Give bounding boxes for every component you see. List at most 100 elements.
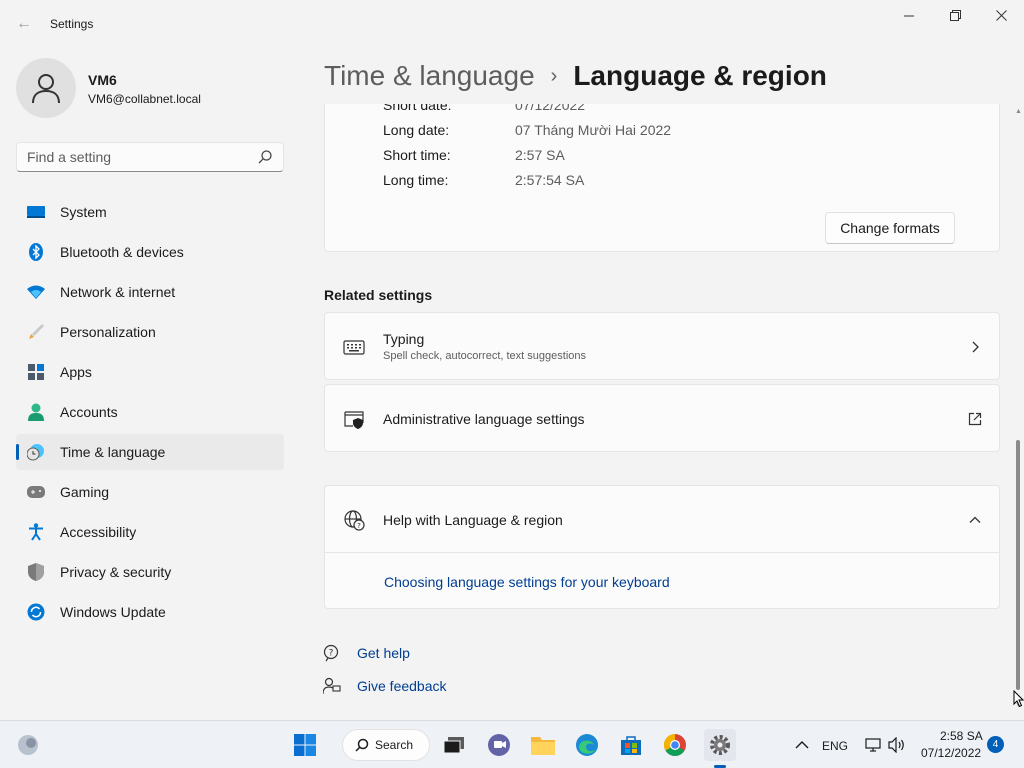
help-expander: ? Help with Language & region Choosing l…: [324, 485, 1000, 609]
taskbar-search-label: Search: [375, 738, 414, 752]
format-label: Short date:: [383, 104, 452, 113]
sidebar-item-bluetooth[interactable]: Bluetooth & devices: [16, 234, 284, 270]
sidebar-item-label: Accessibility: [60, 524, 137, 540]
notification-count-badge[interactable]: 4: [987, 736, 1004, 753]
admin-language-title: Administrative language settings: [383, 411, 585, 427]
page-title: Language & region: [573, 60, 827, 91]
sidebar-item-label: System: [60, 204, 107, 220]
chrome-browser-icon[interactable]: [659, 729, 691, 761]
close-icon: [995, 10, 1007, 21]
clock-date[interactable]: 07/12/2022: [921, 746, 981, 760]
help-title: Help with Language & region: [383, 512, 563, 528]
sidebar-item-label: Privacy & security: [60, 564, 172, 580]
sidebar-item-label: Gaming: [60, 484, 110, 500]
chevron-up-icon[interactable]: [967, 512, 983, 528]
user-email: VM6@collabnet.local: [88, 92, 201, 106]
sidebar-item-label: Time & language: [60, 444, 166, 460]
svg-text:?: ?: [357, 522, 361, 530]
minimize-button[interactable]: [886, 4, 932, 28]
microsoft-store-icon[interactable]: [615, 729, 647, 761]
sidebar-item-time-language[interactable]: Time & language: [16, 434, 284, 470]
app-title: Settings: [50, 17, 94, 31]
file-explorer-icon[interactable]: [527, 729, 559, 761]
monitor-icon: [27, 203, 45, 221]
format-value: 2:57:54 SA: [515, 172, 585, 188]
task-view-icon[interactable]: [438, 729, 470, 761]
breadcrumb: Time & language › Language & region: [324, 58, 827, 94]
format-value: 2:57 SA: [515, 147, 565, 163]
gear-icon: [710, 735, 730, 755]
shield-icon: [27, 563, 45, 581]
regional-format-card: Short date: 07/12/2022 Long date: 07 Thá…: [324, 104, 1000, 252]
input-language-indicator[interactable]: ENG: [822, 739, 848, 753]
search-input[interactable]: [27, 149, 247, 165]
update-icon: [27, 603, 45, 621]
windows-logo-icon: [294, 734, 316, 756]
content-scrollbar[interactable]: ▲ ▼: [1013, 104, 1023, 716]
typing-title: Typing: [383, 331, 425, 347]
back-button[interactable]: ←: [12, 12, 36, 36]
settings-app-icon[interactable]: [704, 729, 736, 761]
sidebar-item-label: Bluetooth & devices: [60, 244, 184, 260]
weather-widget-icon[interactable]: [12, 729, 44, 761]
taskbar: Search ENG 2:58 SA 07/12/2022: [0, 720, 1024, 768]
maximize-button[interactable]: [932, 4, 978, 28]
keyboard-language-help-link[interactable]: Choosing language settings for your keyb…: [384, 574, 670, 590]
mouse-cursor-icon: [1013, 690, 1024, 708]
related-settings-heading: Related settings: [324, 287, 433, 303]
admin-language-settings-row[interactable]: Administrative language settings: [324, 384, 1000, 452]
scrollbar-thumb[interactable]: [1016, 440, 1020, 690]
help-expander-header[interactable]: ? Help with Language & region: [325, 486, 999, 553]
svg-text:?: ?: [329, 649, 334, 659]
sidebar-item-apps[interactable]: Apps: [16, 354, 284, 390]
sidebar-item-label: Accounts: [60, 404, 118, 420]
typing-subtitle: Spell check, autocorrect, text suggestio…: [383, 350, 586, 362]
globe-help-icon: ?: [344, 510, 365, 531]
brush-icon: [27, 323, 45, 341]
volume-icon[interactable]: [881, 729, 913, 761]
title-bar: ← Settings: [0, 0, 1024, 48]
minimize-icon: [904, 15, 914, 17]
scroll-up-arrow-icon[interactable]: ▲: [1015, 108, 1022, 115]
sidebar-item-label: Personalization: [60, 324, 156, 340]
format-label: Short time:: [383, 147, 451, 163]
format-label: Long time:: [383, 172, 449, 188]
sidebar-item-label: Network & internet: [60, 284, 176, 300]
get-help-icon: ?: [323, 644, 339, 662]
taskbar-search-button[interactable]: Search: [342, 729, 430, 761]
apps-icon: [27, 363, 45, 381]
typing-settings-row[interactable]: Typing Spell check, autocorrect, text su…: [324, 312, 1000, 380]
start-button[interactable]: [289, 729, 321, 761]
sidebar-item-windows-update[interactable]: Windows Update: [16, 594, 284, 630]
globe-clock-icon: [27, 443, 45, 461]
search-box[interactable]: [16, 142, 284, 172]
breadcrumb-parent[interactable]: Time & language: [324, 60, 535, 92]
gamepad-icon: [27, 483, 45, 501]
sidebar-item-gaming[interactable]: Gaming: [16, 474, 284, 510]
sidebar-item-network[interactable]: Network & internet: [16, 274, 284, 310]
wifi-icon: [27, 283, 45, 301]
get-help-link[interactable]: Get help: [357, 645, 410, 661]
search-icon[interactable]: [257, 149, 273, 165]
sidebar-item-personalization[interactable]: Personalization: [16, 314, 284, 350]
chevron-up-icon[interactable]: [786, 729, 818, 761]
change-formats-button[interactable]: Change formats: [825, 212, 955, 244]
sidebar-item-label: Windows Update: [60, 604, 166, 620]
format-label: Long date:: [383, 122, 450, 138]
sidebar-item-accessibility[interactable]: Accessibility: [16, 514, 284, 550]
sidebar-nav: System Bluetooth & devices Network & int…: [16, 194, 284, 634]
chevron-right-icon: ›: [550, 64, 558, 87]
avatar[interactable]: [16, 58, 76, 118]
person-icon: [32, 74, 60, 104]
chevron-right-icon: [972, 341, 979, 353]
teams-chat-icon[interactable]: [483, 729, 515, 761]
sidebar-item-accounts[interactable]: Accounts: [16, 394, 284, 430]
close-button[interactable]: [978, 4, 1024, 28]
sidebar-item-privacy[interactable]: Privacy & security: [16, 554, 284, 590]
edge-browser-icon[interactable]: [571, 729, 603, 761]
clock-time[interactable]: 2:58 SA: [940, 729, 983, 743]
format-value: 07/12/2022: [515, 104, 586, 113]
give-feedback-link[interactable]: Give feedback: [357, 678, 447, 694]
sidebar-item-system[interactable]: System: [16, 194, 284, 230]
admin-shield-icon: [344, 411, 364, 429]
